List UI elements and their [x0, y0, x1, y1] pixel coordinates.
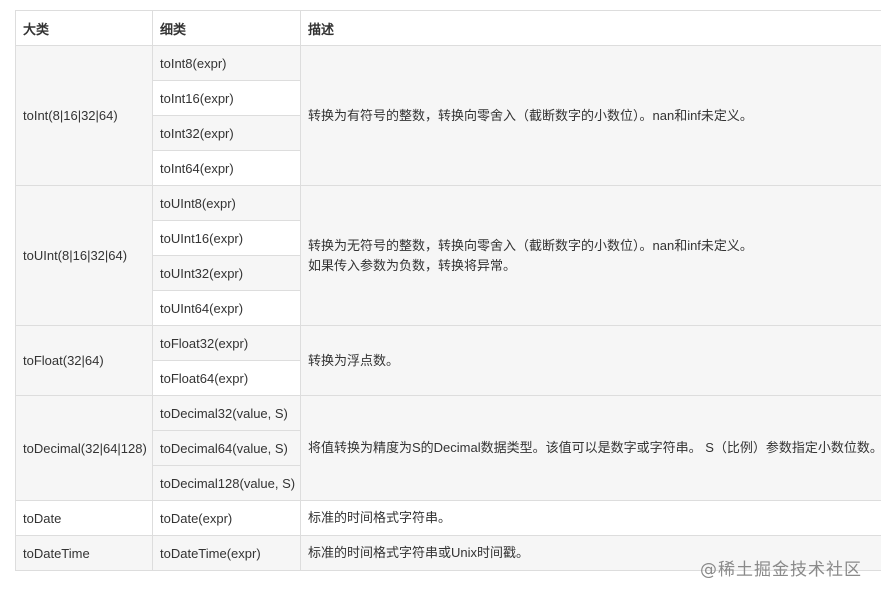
function-cell: toUInt64(expr)	[152, 290, 301, 326]
description-text: 如果传入参数为负数，转换将异常。	[308, 257, 517, 273]
function-cell: toFloat64(expr)	[152, 360, 301, 396]
function-cell: toDate(expr)	[152, 500, 301, 536]
function-cell: toUInt16(expr)	[152, 220, 301, 256]
category-cell: toUInt(8|16|32|64)	[15, 185, 153, 326]
description-text: 将值转换为精度为S的Decimal数据类型。该值可以是数字或字符串。 S（比例）…	[308, 440, 881, 455]
function-cell: toDecimal32(value, S)	[152, 395, 301, 431]
function-cell: toInt64(expr)	[152, 150, 301, 186]
category-cell: toFloat(32|64)	[15, 325, 153, 396]
header-category: 大类	[15, 10, 153, 46]
category-cell: toInt(8|16|32|64)	[15, 45, 153, 186]
function-cell: toInt16(expr)	[152, 80, 301, 116]
description-cell: 标准的时间格式字符串。	[300, 500, 881, 536]
table-row: toFloat(32|64) toFloat32(expr) 转换为浮点数。	[15, 325, 881, 396]
function-cell: toFloat32(expr)	[152, 325, 301, 361]
description-cell: 转换为浮点数。	[300, 325, 881, 396]
header-description: 描述	[300, 10, 881, 46]
category-cell: toDateTime	[15, 535, 153, 571]
description-text: 转换为无符号的整数，转换向零舍入（截断数字的小数位）。nan和inf未定义。	[308, 237, 753, 253]
description-cell: 转换为无符号的整数，转换向零舍入（截断数字的小数位）。nan和inf未定义。 如…	[300, 185, 881, 326]
table-header-row: 大类 细类 描述	[15, 10, 881, 46]
category-cell: toDate	[15, 500, 153, 536]
conversion-functions-table: 大类 细类 描述 toInt(8|16|32|64) toInt8(expr) …	[15, 10, 881, 571]
function-cell: toInt8(expr)	[152, 45, 301, 81]
site-watermark: @稀土掘金技术社区	[700, 560, 862, 580]
table-row: toUInt(8|16|32|64) toUInt8(expr) 转换为无符号的…	[15, 185, 881, 326]
description-text: 标准的时间格式字符串。	[308, 510, 452, 525]
table-row: toDecimal(32|64|128) toDecimal32(value, …	[15, 395, 881, 501]
description-text: 转换为有符号的整数，转换向零舍入（截断数字的小数位）。nan和inf未定义。	[308, 107, 753, 123]
function-cell: toUInt32(expr)	[152, 255, 301, 291]
function-cell: toDecimal64(value, S)	[152, 430, 301, 466]
function-cell: toInt32(expr)	[152, 115, 301, 151]
function-cell: toUInt8(expr)	[152, 185, 301, 221]
function-cell: toDateTime(expr)	[152, 535, 301, 571]
description-cell: 转换为有符号的整数，转换向零舍入（截断数字的小数位）。nan和inf未定义。	[300, 45, 881, 186]
category-cell: toDecimal(32|64|128)	[15, 395, 153, 501]
header-function: 细类	[152, 10, 301, 46]
description-cell: 将值转换为精度为S的Decimal数据类型。该值可以是数字或字符串。 S（比例）…	[300, 395, 881, 501]
table-row: toDate toDate(expr) 标准的时间格式字符串。	[15, 500, 881, 536]
function-cell: toDecimal128(value, S)	[152, 465, 301, 501]
table-row: toInt(8|16|32|64) toInt8(expr) 转换为有符号的整数…	[15, 45, 881, 186]
description-text: 转换为浮点数。	[308, 352, 400, 368]
